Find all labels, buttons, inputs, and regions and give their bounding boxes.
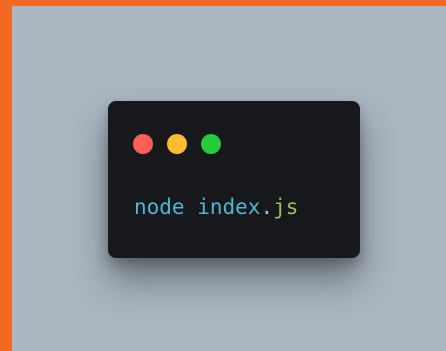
terminal-window: node index.js: [108, 101, 360, 258]
minimize-dot-icon[interactable]: [167, 134, 187, 154]
command-filename: index: [197, 195, 261, 219]
terminal-command: node index.js: [134, 193, 298, 221]
command-program: node: [134, 195, 185, 219]
command-extension: js: [273, 195, 299, 219]
command-dot: .: [260, 195, 274, 219]
window-controls: [133, 134, 221, 154]
command-separator: [185, 195, 198, 219]
close-dot-icon[interactable]: [133, 134, 153, 154]
canvas-background: node index.js: [12, 6, 446, 351]
maximize-dot-icon[interactable]: [201, 134, 221, 154]
